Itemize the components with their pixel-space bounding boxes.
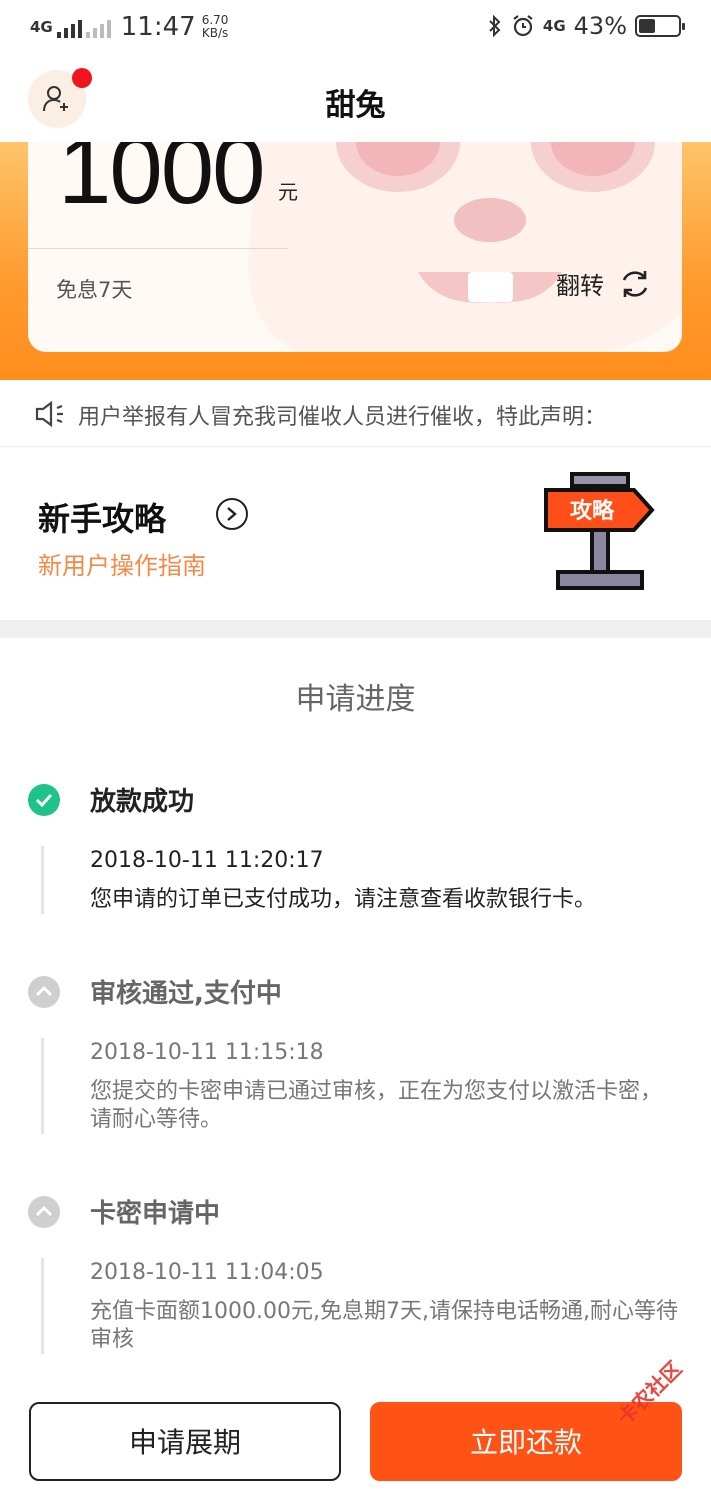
signpost-text: 攻略 (570, 498, 615, 524)
status-left: 4G 11:47 6.70 KB/s (30, 12, 228, 42)
loan-amount-unit: 元 (278, 180, 298, 204)
beginner-guide[interactable]: 新手攻略 新用户操作指南 攻略 (0, 448, 711, 620)
flip-card-button[interactable]: 翻转 (556, 266, 652, 301)
check-icon (28, 784, 60, 816)
status-right: 4G 43% (487, 12, 685, 40)
guide-title: 新手攻略 (38, 500, 167, 538)
signal-icon (56, 16, 82, 38)
speaker-icon (35, 400, 63, 428)
step-time: 2018-10-11 11:04:05 (90, 1260, 324, 1285)
clock: 11:47 (120, 12, 196, 42)
bluetooth-icon (489, 14, 501, 38)
step-connector (41, 846, 44, 914)
announcement-text: 用户举报有人冒充我司催收人员进行催收，特此声明： (78, 405, 607, 430)
network-type-right: 4G (542, 16, 566, 35)
card-divider (28, 248, 288, 249)
step-connector (41, 1258, 44, 1354)
step-description: 您提交的卡密申请已通过审核，正在为您支付以激活卡密，请耐心等待。 (90, 1079, 663, 1132)
step-time: 2018-10-11 11:20:17 (90, 848, 324, 873)
progress-title: 申请进度 (295, 682, 416, 717)
flip-label: 翻转 (556, 272, 604, 300)
battery-percent: 43% (573, 12, 627, 40)
rabbit-face-illustration (248, 142, 682, 352)
step-description: 充值卡面额1000.00元,免息期7天,请保持电话畅通,耐心等待审核 (90, 1299, 678, 1352)
step-title: 卡密申请中 (90, 1199, 221, 1229)
section-divider (0, 620, 711, 638)
step-time: 2018-10-11 11:15:18 (90, 1040, 324, 1065)
step-description: 您申请的订单已支付成功，请注意查看收款银行卡。 (90, 887, 597, 912)
interest-free-term: 免息7天 (56, 278, 133, 302)
chevron-up-icon (28, 976, 60, 1008)
loan-card[interactable]: 1000 元 免息7天 翻转 (28, 142, 682, 352)
apply-extension-button[interactable]: 申请展期 (29, 1402, 341, 1481)
network-speed: 6.70 KB/s (202, 14, 229, 40)
network-speed-value: 6.70 (201, 13, 229, 27)
network-type: 4G (30, 17, 53, 36)
alarm-icon (513, 15, 533, 37)
step-title: 放款成功 (90, 787, 195, 817)
signal-icon-secondary (85, 16, 111, 38)
app-header: 甜兔 (0, 58, 711, 142)
signpost-icon: 攻略 (544, 472, 655, 590)
guide-subtitle: 新用户操作指南 (38, 552, 206, 580)
step-title: 审核通过,支付中 (90, 979, 282, 1009)
network-speed-unit: KB/s (201, 26, 229, 40)
announcement-bar[interactable]: 用户举报有人冒充我司催收人员进行催收，特此声明： (0, 380, 711, 447)
step-connector (41, 1038, 44, 1134)
page-title: 甜兔 (325, 88, 386, 123)
status-bar: 4G 11:47 6.70 KB/s 4G 43% (0, 0, 711, 58)
refresh-icon (622, 270, 648, 297)
chevron-right-icon (216, 498, 248, 530)
battery-icon (635, 15, 685, 37)
chevron-up-icon (28, 1196, 60, 1228)
loan-amount: 1000 (58, 142, 266, 224)
loan-card-area: 1000 元 免息7天 翻转 (0, 142, 711, 380)
battery-fill (639, 19, 656, 33)
